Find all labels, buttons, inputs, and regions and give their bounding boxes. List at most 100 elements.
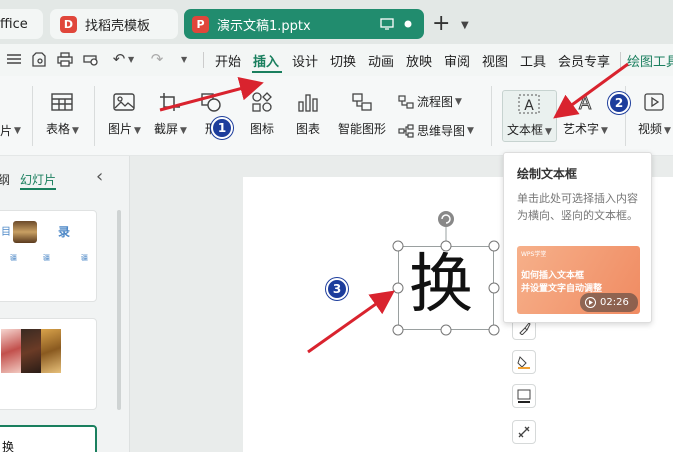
- video-icon: [644, 93, 665, 111]
- window-mode-icon[interactable]: [380, 9, 394, 39]
- selection-handles[interactable]: [390, 208, 502, 340]
- chevron-down-icon: ▼: [664, 126, 671, 136]
- slides-tab[interactable]: 幻灯片: [20, 171, 56, 188]
- picture-button[interactable]: 图片 ▼: [108, 92, 141, 137]
- menu-divider: [620, 52, 621, 68]
- video-tag: WPS学堂: [521, 251, 547, 258]
- screenshot-button[interactable]: 截屏 ▼: [154, 92, 187, 137]
- chevron-down-icon: ▼: [180, 126, 187, 136]
- step-badge-2: 2: [608, 92, 630, 114]
- outline-icon: [517, 389, 531, 403]
- slide1-sub-3: 疆: [81, 254, 88, 262]
- chevron-down-icon: ▼: [134, 126, 141, 136]
- outline-tab[interactable]: 纲: [0, 171, 10, 188]
- ribbon-divider: [94, 86, 95, 146]
- undo-dropdown-icon[interactable]: ▼: [128, 55, 134, 64]
- menu-row: ↶ ▼ ↷ ▼ 开始 插入 设计 切换 动画 放映 审阅 视图 工具 会员专享 …: [0, 44, 673, 76]
- slide2-photo-1: [1, 329, 21, 373]
- paint-bucket-icon: [517, 356, 530, 369]
- menu-animation[interactable]: 动画: [368, 51, 394, 70]
- slide-thumbnail-2[interactable]: [0, 318, 97, 410]
- smartart-label: 智能图形: [338, 122, 387, 136]
- mindmap-button[interactable]: 思维导图 ▼: [398, 122, 474, 139]
- slide3-text: 换: [2, 440, 15, 452]
- tab-document-label: 演示文稿1.pptx: [217, 18, 311, 34]
- save-icon[interactable]: [30, 50, 48, 68]
- play-icon: [585, 297, 596, 308]
- chart-label: 图表: [296, 122, 321, 136]
- textbox-label: 文本框: [507, 123, 544, 137]
- new-tab-button[interactable]: +: [432, 11, 450, 36]
- slide1-sub-2: 疆: [43, 254, 50, 262]
- ribbon-partial-label: 片: [0, 124, 13, 138]
- smartart-icon: [352, 93, 372, 111]
- chart-button[interactable]: 图表: [296, 92, 320, 137]
- panel-scrollbar[interactable]: [117, 210, 121, 410]
- table-button[interactable]: 表格 ▼: [46, 92, 79, 137]
- redo-icon[interactable]: ↷: [148, 50, 166, 68]
- textbox-icon: A: [518, 94, 540, 114]
- menu-tools[interactable]: 工具: [520, 51, 546, 70]
- tooltip-video-card[interactable]: WPS学堂 如何插入文本框 并设置文字自动调整 02:26: [517, 246, 640, 314]
- ribbon-divider: [32, 86, 33, 146]
- active-menu-underline: [252, 71, 282, 73]
- slide1-decor-image: [13, 221, 37, 243]
- fill-button[interactable]: [512, 350, 536, 374]
- chevron-down-icon: ▼: [467, 125, 474, 136]
- menu-member[interactable]: 会员专享: [558, 51, 610, 70]
- unsaved-dot-icon[interactable]: [404, 9, 412, 39]
- tooltip-description: 单击此处可选择插入内容为横向、竖向的文本框。: [517, 192, 638, 222]
- menu-hamburger-icon[interactable]: [5, 50, 23, 68]
- menu-transitions[interactable]: 切换: [330, 51, 356, 70]
- chevron-down-icon: ▼: [14, 125, 21, 136]
- menu-review[interactable]: 审阅: [444, 51, 470, 70]
- menu-slideshow[interactable]: 放映: [406, 51, 432, 70]
- flowchart-button[interactable]: 流程图 ▼: [398, 93, 462, 110]
- collapse-panel-chevron-icon[interactable]: ‹: [96, 166, 103, 187]
- quick-access-more-icon[interactable]: ▼: [181, 55, 187, 64]
- slide-thumbnail-3[interactable]: 换: [0, 425, 97, 452]
- video-button[interactable]: 视频 ▼: [638, 92, 671, 137]
- tab-wps-office[interactable]: ffice: [0, 9, 43, 39]
- menu-design[interactable]: 设计: [292, 51, 318, 70]
- tooltip-title: 绘制文本框: [517, 167, 578, 181]
- ribbon-divider: [491, 86, 492, 146]
- more-tools-button[interactable]: [512, 420, 536, 444]
- tab-list-chevron-icon[interactable]: ▼: [461, 20, 469, 31]
- print-preview-icon[interactable]: [82, 50, 100, 68]
- slide1-title-right: 录: [58, 225, 71, 239]
- tab-document[interactable]: P 演示文稿1.pptx: [184, 9, 424, 39]
- slide2-photo-2: [21, 329, 41, 373]
- wordart-label: 艺术字: [563, 122, 600, 136]
- video-play-pill[interactable]: 02:26: [580, 293, 638, 312]
- slides-tab-underline: [20, 188, 56, 190]
- undo-icon[interactable]: ↶: [110, 50, 128, 68]
- step-badge-3: 3: [326, 278, 348, 300]
- menu-view[interactable]: 视图: [482, 51, 508, 70]
- video-label: 视频: [638, 122, 663, 136]
- icon-button[interactable]: 图标: [250, 92, 274, 137]
- tab-template-store[interactable]: D 找稻壳模板: [50, 9, 178, 39]
- slide1-sub-1: 疆: [10, 254, 17, 262]
- screenshot-icon: [160, 93, 181, 111]
- slide1-title-left: 目: [1, 227, 11, 238]
- docer-icon: D: [60, 15, 77, 33]
- smartart-button[interactable]: 智能图形: [338, 92, 386, 137]
- icon-label: 图标: [250, 122, 275, 136]
- print-icon[interactable]: [56, 50, 74, 68]
- slide-thumbnail-1[interactable]: 目 录 疆 疆 疆: [0, 210, 97, 302]
- menu-home[interactable]: 开始: [215, 51, 241, 70]
- mindmap-label: 思维导图: [417, 124, 466, 138]
- ribbon-partial-button[interactable]: 片 ▼: [0, 122, 21, 139]
- outline-button[interactable]: [512, 384, 536, 408]
- svg-text:A: A: [579, 93, 592, 112]
- wordart-button[interactable]: A 艺术字 ▼: [563, 92, 608, 137]
- textbox-button[interactable]: A 文本框 ▼: [502, 90, 557, 142]
- table-label: 表格: [46, 122, 71, 136]
- slide2-photo-3: [41, 329, 61, 373]
- menu-drawing-tools[interactable]: 绘图工具: [627, 51, 673, 70]
- chevron-down-icon: ▼: [545, 127, 552, 137]
- menu-insert[interactable]: 插入: [253, 51, 279, 70]
- mindmap-icon: [398, 123, 414, 138]
- insert-ribbon: 片▼ 表格▼ 图片▼ 截屏▼ 形 图标 图表 智能图形 流程图▼ 思维导图▼ A: [0, 76, 673, 156]
